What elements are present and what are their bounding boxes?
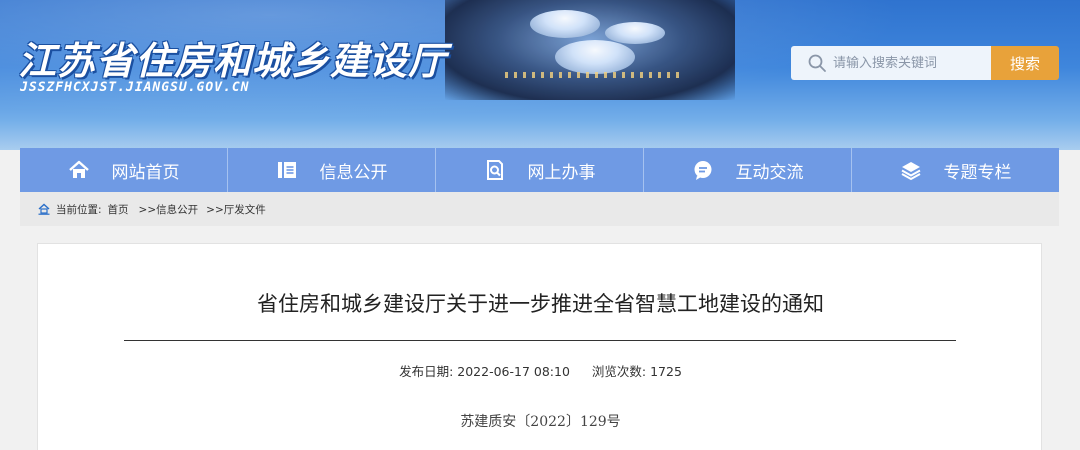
publish-date: 2022-06-17 08:10 (457, 364, 570, 379)
nav-item-services[interactable]: 网上办事 (436, 148, 644, 192)
search-button[interactable]: 搜索 (991, 46, 1059, 80)
nav-item-interaction[interactable]: 互动交流 (644, 148, 852, 192)
main-nav: 网站首页 信息公开 网上办事 互动交流 专题专栏 (20, 148, 1059, 192)
dome-shape (605, 22, 665, 44)
site-header: 江苏省住房和城乡建设厅 JSSZFHCXJST.JIANGSU.GOV.CN 搜… (0, 0, 1080, 150)
city-lights (505, 72, 685, 78)
dome-shape (530, 10, 600, 38)
publish-date-label: 发布日期: (399, 364, 454, 379)
search-input[interactable] (833, 48, 983, 78)
nav-label: 网站首页 (111, 162, 180, 183)
nav-label: 互动交流 (735, 162, 804, 183)
article-title: 省住房和城乡建设厅关于进一步推进全省智慧工地建设的通知 (257, 292, 824, 316)
article-panel: 省住房和城乡建设厅关于进一步推进全省智慧工地建设的通知 发布日期: 2022-0… (37, 243, 1042, 450)
nav-item-home[interactable]: 网站首页 (20, 148, 228, 192)
breadcrumb-home-link[interactable]: 首页 (108, 202, 129, 217)
view-count-label: 浏览次数: (591, 364, 647, 379)
breadcrumb: 当前位置: 首页 >>信息公开 >>厅发文件 (20, 192, 1059, 226)
search-document-icon (484, 159, 506, 181)
nav-item-info[interactable]: 信息公开 (228, 148, 436, 192)
home-icon (68, 159, 90, 181)
nav-label: 信息公开 (319, 162, 388, 183)
breadcrumb-info-link[interactable]: >>信息公开 (139, 202, 199, 217)
search-box[interactable] (791, 46, 991, 80)
home-icon (38, 203, 50, 215)
document-number: 苏建质安〔2022〕129号 (460, 414, 621, 430)
stadium-banner-image (445, 0, 735, 100)
title-divider (124, 340, 956, 341)
chat-icon (692, 159, 714, 181)
layers-icon (900, 159, 922, 181)
site-title[interactable]: 江苏省住房和城乡建设厅 (18, 30, 447, 85)
nav-label: 网上办事 (527, 162, 596, 183)
breadcrumb-prefix: 当前位置: (56, 203, 102, 216)
document-icon (276, 159, 298, 181)
view-count: 1725 (650, 364, 682, 379)
breadcrumb-docs-link[interactable]: >>厅发文件 (206, 202, 266, 217)
nav-item-topics[interactable]: 专题专栏 (852, 148, 1059, 192)
article-meta: 发布日期: 2022-06-17 08:10 浏览次数: 1725 (38, 361, 1043, 380)
search-icon (807, 53, 827, 73)
nav-label: 专题专栏 (943, 162, 1012, 183)
site-domain: JSSZFHCXJST.JIANGSU.GOV.CN (20, 80, 250, 95)
dome-shape (555, 40, 635, 74)
